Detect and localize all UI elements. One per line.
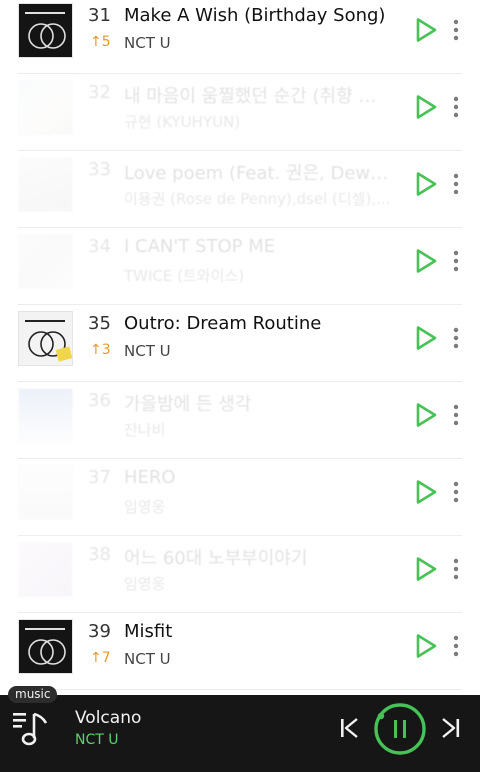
artist-name: NCT U bbox=[124, 34, 171, 52]
rank-number: 33 bbox=[88, 159, 111, 180]
rank-number: 38 bbox=[88, 544, 111, 565]
play-icon[interactable] bbox=[414, 17, 438, 43]
more-vertical-icon[interactable] bbox=[450, 94, 462, 120]
album-art[interactable] bbox=[18, 465, 73, 520]
song-title: I CAN'T STOP ME bbox=[124, 236, 276, 257]
rank-number: 34 bbox=[88, 236, 111, 257]
artist-name: 규현 (KYUHYUN) bbox=[124, 113, 241, 131]
chart-row[interactable]: 32 내 마음이 움찔했던 순간 (취향 저격 그녀 X 규현) 규현 (KYU… bbox=[0, 74, 480, 151]
artist-name: 잔나비 bbox=[124, 421, 166, 439]
chart-list: 31 ↑5 Make A Wish (Birthday Song) NCT U … bbox=[0, 0, 480, 695]
artist-name: TWICE (트와이스) bbox=[124, 267, 245, 285]
skip-next-icon[interactable] bbox=[440, 716, 462, 740]
play-icon[interactable] bbox=[414, 171, 438, 197]
play-icon[interactable] bbox=[414, 248, 438, 274]
album-art[interactable] bbox=[18, 619, 73, 674]
more-vertical-icon[interactable] bbox=[450, 325, 462, 351]
artist-name: 임영웅 bbox=[124, 498, 166, 516]
rank-number: 32 bbox=[88, 82, 111, 103]
now-playing-title[interactable]: Volcano bbox=[75, 708, 141, 728]
album-art-caption-line bbox=[25, 628, 65, 630]
more-vertical-icon[interactable] bbox=[450, 248, 462, 274]
artist-name: 임영웅 bbox=[124, 575, 166, 593]
album-art[interactable] bbox=[18, 542, 73, 597]
chart-row[interactable]: 34 I CAN'T STOP ME TWICE (트와이스) bbox=[0, 228, 480, 305]
more-vertical-icon[interactable] bbox=[450, 633, 462, 659]
play-icon[interactable] bbox=[414, 402, 438, 428]
pause-icon[interactable] bbox=[373, 702, 427, 756]
more-vertical-icon[interactable] bbox=[450, 171, 462, 197]
row-divider bbox=[18, 689, 462, 690]
now-playing-artist[interactable]: NCT U bbox=[75, 732, 119, 748]
album-art-graphic bbox=[25, 12, 66, 49]
album-art[interactable] bbox=[18, 80, 73, 135]
music-tag: music bbox=[8, 686, 58, 703]
playlist-music-icon[interactable] bbox=[12, 710, 52, 750]
album-art-graphic bbox=[25, 320, 72, 362]
more-vertical-icon[interactable] bbox=[450, 402, 462, 428]
song-title: HERO bbox=[124, 467, 176, 488]
rank-number: 31 bbox=[88, 5, 111, 26]
rank-number: 36 bbox=[88, 390, 111, 411]
album-art[interactable] bbox=[18, 157, 73, 212]
chart-row[interactable]: 33 Love poem (Feat. 권은, DewhY) (Prod. ds… bbox=[0, 151, 480, 228]
play-icon[interactable] bbox=[414, 94, 438, 120]
song-title: Outro: Dream Routine bbox=[124, 313, 322, 334]
chart-row[interactable]: 37 HERO 임영웅 bbox=[0, 459, 480, 536]
song-title: Misfit bbox=[124, 621, 173, 642]
rank-number: 37 bbox=[88, 467, 111, 488]
song-title: 내 마음이 움찔했던 순간 (취향 저격 그녀 X 규현) bbox=[124, 86, 392, 107]
album-art[interactable] bbox=[18, 388, 73, 443]
rank-change: ↑3 bbox=[90, 342, 111, 358]
rank-number: 35 bbox=[88, 313, 111, 334]
play-icon[interactable] bbox=[414, 325, 438, 351]
artist-name: 이용권 (Rose de Penny),dsel (디셀),... bbox=[124, 190, 391, 208]
artist-name: NCT U bbox=[124, 650, 171, 668]
song-title: Make A Wish (Birthday Song) bbox=[124, 5, 386, 26]
play-icon[interactable] bbox=[414, 556, 438, 582]
more-vertical-icon[interactable] bbox=[450, 17, 462, 43]
song-title: Love poem (Feat. 권은, DewhY) (Prod. dsel) bbox=[124, 163, 392, 184]
rank-number: 39 bbox=[88, 621, 111, 642]
album-art[interactable] bbox=[18, 234, 73, 289]
artist-name: NCT U bbox=[124, 342, 171, 360]
album-art[interactable] bbox=[18, 311, 73, 366]
album-art-sticker bbox=[55, 346, 72, 362]
chart-row[interactable]: 39 ↑7 Misfit NCT U bbox=[0, 613, 480, 690]
album-art-caption-line bbox=[25, 320, 65, 322]
song-title: 가을밤에 든 생각 bbox=[124, 394, 252, 415]
album-art[interactable] bbox=[18, 3, 73, 58]
rank-change: ↑5 bbox=[90, 34, 111, 50]
rank-change: ↑7 bbox=[90, 650, 111, 666]
album-art-caption-line bbox=[25, 12, 65, 14]
more-vertical-icon[interactable] bbox=[450, 479, 462, 505]
chart-row[interactable]: 35 ↑3 Outro: Dream Routine NCT U bbox=[0, 305, 480, 382]
play-icon[interactable] bbox=[414, 479, 438, 505]
chart-row[interactable]: 36 가을밤에 든 생각 잔나비 bbox=[0, 382, 480, 459]
skip-previous-icon[interactable] bbox=[338, 716, 360, 740]
song-title: 어느 60대 노부부이야기 bbox=[124, 548, 308, 569]
more-vertical-icon[interactable] bbox=[450, 556, 462, 582]
play-icon[interactable] bbox=[414, 633, 438, 659]
chart-row[interactable]: 38 어느 60대 노부부이야기 임영웅 bbox=[0, 536, 480, 613]
chart-row[interactable]: 31 ↑5 Make A Wish (Birthday Song) NCT U bbox=[0, 0, 480, 74]
album-art-graphic bbox=[25, 628, 66, 665]
